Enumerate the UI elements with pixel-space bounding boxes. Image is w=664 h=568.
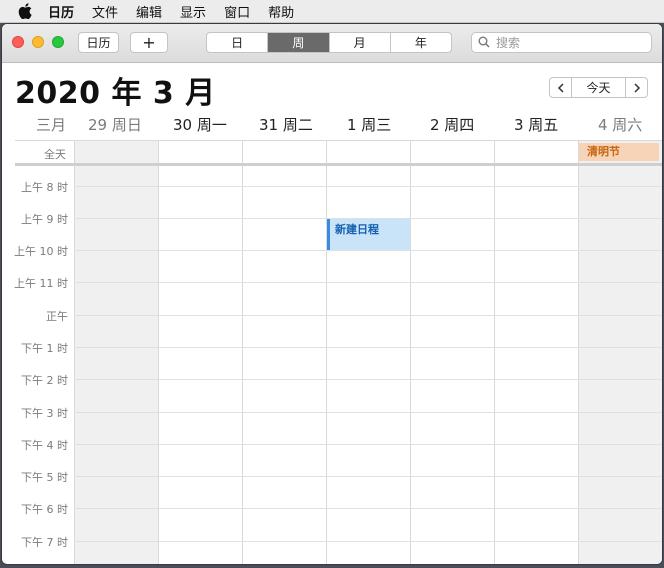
view-switcher: 日 周 月 年 <box>206 32 452 53</box>
chevron-left-icon <box>557 82 564 93</box>
tab-month[interactable]: 月 <box>330 33 391 52</box>
month-label: 三月 <box>36 116 67 134</box>
hour-line <box>74 347 662 348</box>
hour-line <box>74 476 662 477</box>
hour-label: 下午 7 时 <box>21 536 68 549</box>
hour-label: 上午 8 时 <box>21 181 68 194</box>
column-divider <box>410 140 411 564</box>
hour-line <box>74 379 662 380</box>
hour-label: 上午 10 时 <box>14 245 68 258</box>
hour-label: 下午 2 时 <box>21 374 68 387</box>
tab-week[interactable]: 周 <box>268 33 330 52</box>
hour-label: 上午 11 时 <box>14 277 68 290</box>
day-header-row: 三月 29 周日 30 周一 31 周二 1 周三 2 周四 3 周五 4 周六 <box>2 114 662 139</box>
chevron-right-icon <box>633 82 640 93</box>
hour-line <box>74 508 662 509</box>
menu-edit[interactable]: 编辑 <box>136 2 162 21</box>
menu-help[interactable]: 帮助 <box>268 2 294 21</box>
search-box[interactable] <box>471 32 652 53</box>
day-header-fri[interactable]: 3 周五 <box>514 114 558 135</box>
day-header-sat[interactable]: 4 周六 <box>598 114 642 135</box>
hour-line <box>74 186 662 187</box>
hour-label: 下午 3 时 <box>21 407 68 420</box>
week-grid[interactable]: 全天 清明节 上午 8 时 上午 9 时 上午 10 时 上午 11 时 正午 … <box>2 140 662 564</box>
previous-week-button[interactable] <box>549 77 572 98</box>
date-navigation: 今天 <box>549 77 648 98</box>
holiday-event[interactable]: 清明节 <box>579 143 659 161</box>
today-button[interactable]: 今天 <box>572 77 625 98</box>
hour-label: 下午 6 时 <box>21 503 68 516</box>
day-header-thu[interactable]: 2 周四 <box>430 114 474 135</box>
column-divider <box>494 140 495 564</box>
weekend-column-sun <box>75 140 158 564</box>
day-header-sun[interactable]: 29 周日 <box>88 114 142 135</box>
allday-label: 全天 <box>44 148 66 161</box>
menu-calendar[interactable]: 日历 <box>48 2 74 21</box>
hour-line <box>74 315 662 316</box>
add-event-button[interactable]: + <box>130 32 168 53</box>
toolbar: 日历 + 日 周 月 年 <box>2 24 662 63</box>
hour-label: 下午 4 时 <box>21 439 68 452</box>
hour-line <box>74 250 662 251</box>
calendars-button[interactable]: 日历 <box>78 32 119 53</box>
hour-line <box>74 282 662 283</box>
day-header-tue[interactable]: 31 周二 <box>259 114 313 135</box>
next-week-button[interactable] <box>625 77 648 98</box>
menu-window[interactable]: 窗口 <box>224 2 250 21</box>
hour-label: 下午 5 时 <box>21 471 68 484</box>
day-header-wed[interactable]: 1 周三 <box>347 114 391 135</box>
menu-view[interactable]: 显示 <box>180 2 206 21</box>
apple-icon[interactable] <box>18 3 34 19</box>
hour-line <box>74 412 662 413</box>
column-divider <box>326 140 327 564</box>
search-icon <box>478 33 490 52</box>
hour-line <box>74 541 662 542</box>
allday-divider <box>15 163 662 166</box>
hour-line <box>74 444 662 445</box>
zoom-window-button[interactable] <box>52 36 64 48</box>
hour-label: 上午 9 时 <box>21 213 68 226</box>
weekend-column-sat <box>579 140 662 564</box>
column-divider <box>158 140 159 564</box>
search-input[interactable] <box>494 34 648 51</box>
calendar-window: 日历 + 日 周 月 年 2020 年 3 月 今天 三月 29 周日 30 周… <box>2 24 662 564</box>
grid-top-divider <box>15 140 662 141</box>
hour-label: 下午 1 时 <box>21 342 68 355</box>
hour-label: 正午 <box>46 310 68 323</box>
column-divider <box>242 140 243 564</box>
minimize-window-button[interactable] <box>32 36 44 48</box>
tab-year[interactable]: 年 <box>391 33 451 52</box>
tab-day[interactable]: 日 <box>207 33 269 52</box>
column-divider <box>578 140 579 564</box>
day-header-mon[interactable]: 30 周一 <box>173 114 227 135</box>
close-window-button[interactable] <box>12 36 24 48</box>
menu-file[interactable]: 文件 <box>92 2 118 21</box>
month-title: 2020 年 3 月 <box>15 76 216 111</box>
new-event[interactable]: 新建日程 <box>327 219 410 250</box>
column-divider <box>74 140 75 564</box>
menu-bar: 日历 文件 编辑 显示 窗口 帮助 <box>0 0 664 23</box>
